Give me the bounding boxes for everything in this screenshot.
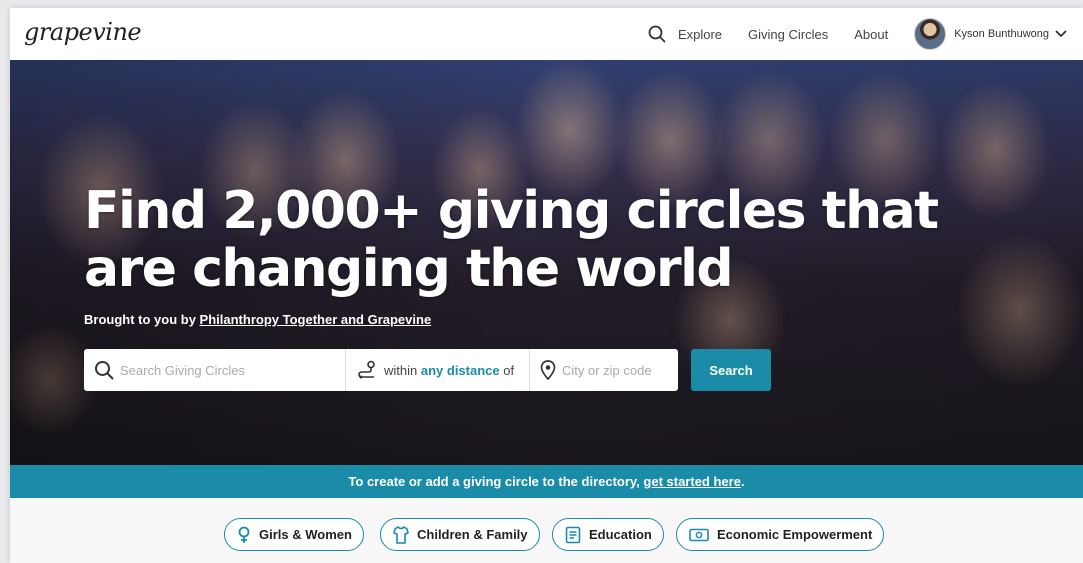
top-nav-bar: grapevine Explore Giving Circles About K…: [10, 8, 1083, 60]
banner-period: .: [740, 474, 745, 489]
hero-section: Find 2,000+ giving circles that are chan…: [10, 60, 1083, 465]
hero-title: Find 2,000+ giving circles that are chan…: [84, 181, 939, 299]
location-input[interactable]: [562, 362, 678, 378]
distance-segment[interactable]: within any distance of: [346, 349, 530, 391]
category-children-family[interactable]: Children & Family: [380, 518, 540, 551]
search-icon[interactable]: [648, 24, 668, 44]
category-economic-empowerment[interactable]: Economic Empowerment: [676, 518, 885, 551]
category-education[interactable]: Education: [552, 518, 664, 551]
category-bar: Girls & Women Children & Family Educatio…: [10, 498, 1083, 563]
route-icon: [356, 360, 378, 380]
distance-suffix: of: [499, 362, 515, 378]
category-label: Girls & Women: [259, 527, 352, 542]
hero-subtitle: Brought to you by Philanthropy Together …: [84, 312, 431, 327]
avatar[interactable]: [914, 18, 947, 50]
distance-dropdown[interactable]: any distance: [421, 363, 500, 378]
category-girls-women[interactable]: Girls & Women: [224, 518, 364, 551]
search-input[interactable]: [120, 362, 345, 378]
query-segment: [84, 349, 346, 391]
grapevine-logo[interactable]: grapevine: [24, 18, 142, 46]
book-icon: [565, 526, 581, 544]
user-name[interactable]: Kyson Bunthuwong: [954, 28, 1049, 40]
chevron-down-icon[interactable]: [1055, 27, 1069, 41]
nav-explore[interactable]: Explore: [678, 27, 722, 42]
get-started-link[interactable]: get started here: [643, 474, 741, 489]
female-icon: [237, 526, 251, 544]
category-label: Education: [589, 527, 652, 542]
browser-viewport: grapevine Explore Giving Circles About K…: [10, 8, 1083, 563]
create-circle-banner: To create or add a giving circle to the …: [10, 465, 1083, 498]
location-segment: [530, 349, 678, 391]
money-icon: [689, 528, 709, 542]
category-label: Economic Empowerment: [717, 527, 873, 542]
banner-text: To create or add a giving circle to the …: [348, 474, 644, 489]
map-pin-icon: [540, 360, 556, 380]
distance-prefix: within: [384, 362, 421, 378]
nav-giving-circles[interactable]: Giving Circles: [748, 27, 828, 42]
search-button[interactable]: Search: [691, 349, 771, 391]
distance-text: within any distance of: [384, 363, 514, 378]
search-icon: [94, 360, 114, 380]
hero-subtitle-prefix: Brought to you by: [84, 312, 200, 327]
shirt-icon: [393, 525, 409, 544]
partner-link[interactable]: Philanthropy Together and Grapevine: [200, 312, 432, 327]
search-bar: within any distance of: [84, 349, 678, 391]
nav-about[interactable]: About: [854, 27, 888, 42]
category-label: Children & Family: [417, 527, 528, 542]
main-nav: Explore Giving Circles About Kyson Bunth…: [648, 8, 1083, 60]
